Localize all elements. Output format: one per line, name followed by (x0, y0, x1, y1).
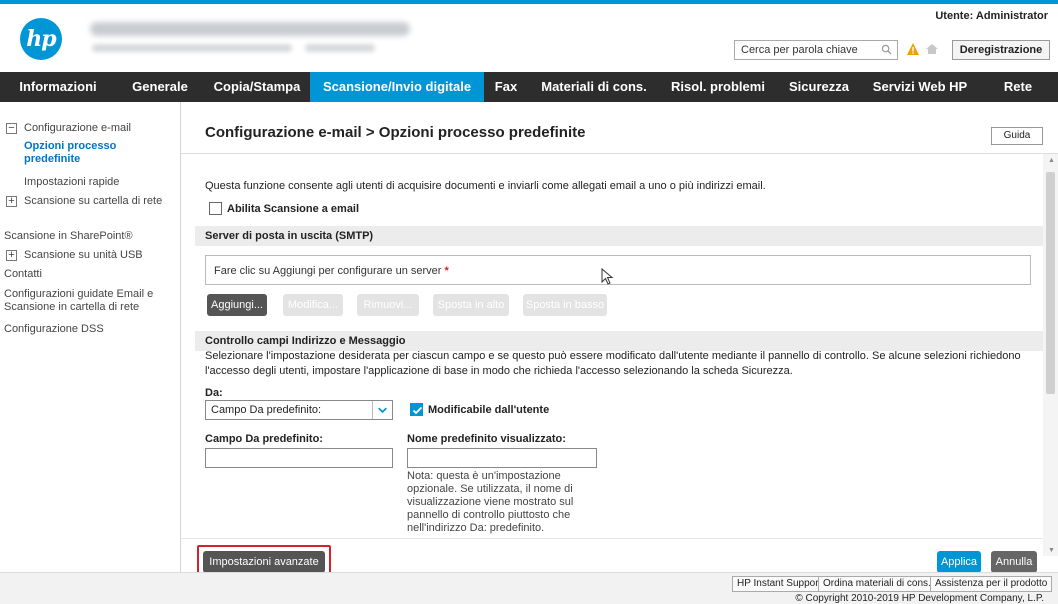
smtp-section-header: Server di posta in uscita (SMTP) (195, 226, 1043, 246)
cancel-button[interactable]: Annulla (991, 551, 1037, 573)
collapse-toggle-icon[interactable]: − (6, 123, 17, 134)
chevron-down-icon[interactable] (372, 401, 392, 419)
enable-scan-checkbox[interactable] (209, 202, 222, 215)
add-button[interactable]: Aggiungi... (207, 294, 267, 316)
remove-button[interactable]: Rimuovi... (357, 294, 419, 316)
nav-tab-materiali[interactable]: Materiali di cons. (528, 72, 660, 102)
sidebar-item-dss[interactable]: Configurazione DSS (4, 323, 174, 336)
footer-link-instant-support[interactable]: HP Instant Support (732, 576, 827, 592)
action-bar: Impostazioni avanzate Applica Annulla (181, 538, 1043, 577)
default-from-input[interactable] (205, 448, 393, 468)
header: hp Utente: Administrator Cerca per parol… (0, 0, 1058, 68)
scroll-down-icon[interactable]: ▼ (1048, 547, 1055, 554)
help-button[interactable]: Guida (991, 127, 1043, 145)
move-up-button[interactable]: Sposta in alto (433, 294, 509, 316)
mouse-cursor-icon (601, 268, 614, 285)
from-select-value: Campo Da predefinito: (211, 404, 322, 416)
scroll-up-icon[interactable]: ▲ (1048, 157, 1055, 164)
required-mark: * (444, 265, 449, 277)
search-placeholder: Cerca per parola chiave (741, 44, 858, 56)
sidebar-item-usb[interactable]: Scansione su unità USB (24, 249, 174, 262)
page-footer: HP Instant Support Ordina materiali di c… (0, 572, 1058, 604)
intro-text: Questa funzione consente agli utenti di … (205, 180, 766, 192)
nav-tab-risol-problemi[interactable]: Risol. problemi (660, 72, 776, 102)
advanced-settings-button[interactable]: Impostazioni avanzate (203, 551, 325, 573)
search-icon[interactable] (881, 44, 892, 55)
nav-tab-generale[interactable]: Generale (116, 72, 204, 102)
sidebar-item-impostazioni-rapide[interactable]: Impostazioni rapide (24, 176, 174, 189)
nav-tab-servizi-web[interactable]: Servizi Web HP (862, 72, 978, 102)
nav-tab-copia-stampa[interactable]: Copia/Stampa (204, 72, 310, 102)
main-panel: Configurazione e-mail > Opzioni processo… (180, 102, 1058, 577)
display-name-label: Nome predefinito visualizzato: (407, 433, 566, 445)
apply-button[interactable]: Applica (937, 551, 981, 573)
display-name-input[interactable] (407, 448, 597, 468)
from-label: Da: (205, 387, 223, 399)
sidebar: − Configurazione e-mail Opzioni processo… (0, 102, 180, 572)
hp-logo[interactable]: hp (20, 18, 62, 60)
sidebar-item-configurazioni-guidate[interactable]: Configurazioni guidate Email e Scansione… (4, 288, 176, 314)
default-from-label: Campo Da predefinito: (205, 433, 323, 445)
expand-toggle-icon[interactable]: + (6, 250, 17, 261)
copyright: © Copyright 2010-2019 HP Development Com… (795, 593, 1044, 604)
home-icon[interactable] (925, 42, 939, 56)
nav-tab-rete[interactable]: Rete (978, 72, 1058, 102)
sidebar-item-sharepoint[interactable]: Scansione in SharePoint® (4, 230, 174, 243)
user-editable-checkbox[interactable] (410, 403, 423, 416)
sidebar-item-config-email[interactable]: Configurazione e-mail (24, 122, 174, 135)
search-input[interactable]: Cerca per parola chiave (734, 40, 898, 60)
device-info-blurred (92, 44, 292, 52)
scrollbar[interactable]: ▲ ▼ (1043, 154, 1058, 556)
device-name-blurred (90, 22, 410, 36)
user-label: Utente: Administrator (935, 10, 1048, 22)
nav-tab-fax[interactable]: Fax (484, 72, 528, 102)
display-name-note: Nota: questa è un'impostazione opzionale… (407, 470, 574, 534)
server-placeholder: Fare clic su Aggiungi per configurare un… (214, 265, 442, 277)
user-editable-label: Modificabile dall'utente (428, 404, 550, 416)
fields-section-header: Controllo campi Indirizzo e Messaggio (195, 331, 1043, 351)
sidebar-item-scansione-cartella[interactable]: Scansione su cartella di rete (24, 195, 164, 208)
checkmark-icon (412, 406, 423, 415)
nav-tab-scansione[interactable]: Scansione/Invio digitale (310, 72, 484, 102)
enable-scan-label: Abilita Scansione a email (227, 203, 360, 215)
nav-tab-sicurezza[interactable]: Sicurezza (776, 72, 862, 102)
move-down-button[interactable]: Sposta in basso (523, 294, 607, 316)
sidebar-item-contatti[interactable]: Contatti (4, 268, 174, 281)
smtp-server-list[interactable]: Fare clic su Aggiungi per configurare un… (205, 255, 1031, 285)
sidebar-item-opzioni-processo[interactable]: Opzioni processo predefinite (24, 140, 134, 166)
edit-button[interactable]: Modifica... (283, 294, 343, 316)
nav-tab-informazioni[interactable]: Informazioni (0, 72, 116, 102)
device-ip-blurred (305, 44, 375, 52)
footer-link-assistenza[interactable]: Assistenza per il prodotto (930, 576, 1053, 592)
page-title: Configurazione e-mail > Opzioni processo… (205, 124, 586, 141)
footer-link-ordina-materiali[interactable]: Ordina materiali di cons... (818, 576, 942, 592)
from-select[interactable]: Campo Da predefinito: (205, 400, 393, 420)
fields-description: Selezionare l'impostazione desiderata pe… (205, 350, 1021, 377)
divider (181, 153, 1058, 154)
main-nav: Informazioni Generale Copia/Stampa Scans… (0, 72, 1058, 102)
logout-button[interactable]: Deregistrazione (952, 40, 1050, 60)
expand-toggle-icon[interactable]: + (6, 196, 17, 207)
scrollbar-thumb[interactable] (1046, 172, 1055, 394)
warning-icon[interactable] (906, 42, 920, 56)
